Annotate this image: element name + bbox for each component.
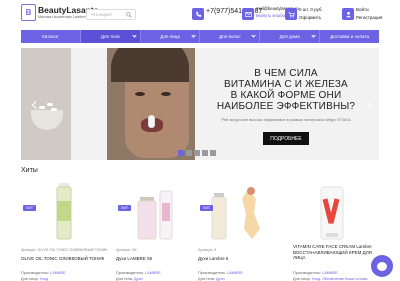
banner-model-image: [107, 48, 195, 160]
logo-icon[interactable]: B: [21, 4, 36, 21]
slider-dot[interactable]: [202, 150, 208, 156]
product-image-perfume-55[interactable]: [116, 183, 202, 243]
product-category: Для тела: Духи: [116, 277, 143, 281]
hit-badge: ХИТ: [200, 205, 213, 211]
chevron-down-icon: [251, 33, 256, 38]
nav-item-label: Для волос: [219, 34, 241, 39]
nav-item-body[interactable]: Для тела: [80, 30, 141, 43]
nav-item-label: Для лица: [160, 34, 180, 39]
cart-icon[interactable]: [285, 8, 297, 20]
product-article: Артикул: OLIVE OIL TONIC ОЛИВКОВЫЙ ТОНИК: [21, 248, 108, 252]
register-link[interactable]: Регистрация: [356, 15, 382, 20]
slider-dots: [178, 150, 216, 156]
product-name[interactable]: Духи Lambre 6: [198, 256, 284, 262]
logo-letter: B: [25, 7, 32, 17]
chevron-down-icon: [311, 33, 316, 38]
nav-item-label: Для дома: [279, 34, 300, 39]
nav-item-delivery[interactable]: Доставка и оплата: [320, 30, 379, 43]
next-arrow-icon[interactable]: [362, 100, 372, 110]
slider-dot[interactable]: [186, 150, 192, 156]
banner-subtitle: Рей эксуросие высока эффекимон в рамках …: [221, 117, 351, 122]
search-placeholder: Что ищем?: [91, 12, 113, 17]
product-image-tonic[interactable]: [21, 183, 107, 243]
product-article: Артикул: 55: [116, 248, 137, 252]
nav-item-face[interactable]: Для лица: [141, 30, 201, 43]
promo-banner[interactable]: В ЧЕМ СИЛА ВИТАМИНА С И ЖЕЛЕЗА В КАКОЙ Ф…: [21, 48, 379, 160]
product-manufacturer: Производитель: LAMBRE: [116, 271, 161, 275]
search-input[interactable]: Что ищем?: [86, 9, 136, 20]
product-manufacturer: Производитель: LAMBRE: [198, 271, 243, 275]
banner-title: В ЧЕМ СИЛА ВИТАМИНА С И ЖЕЛЕЗА В КАКОЙ Ф…: [216, 68, 356, 112]
slider-dot[interactable]: [210, 150, 216, 156]
page: B BeautyLasante Магазин косметики Lambre…: [0, 0, 400, 281]
product-card[interactable]: ХИТ Артикул: 55 Духи LAMBRE 55 Производи…: [116, 183, 202, 281]
nav-item-label: Для тела: [100, 34, 120, 39]
hit-badge: ХИТ: [118, 205, 131, 211]
hits-heading: Хиты: [21, 167, 38, 174]
nav-item-hair[interactable]: Для волос: [200, 30, 261, 43]
product-category: Для тела: Духи: [198, 277, 225, 281]
slider-dot[interactable]: [178, 150, 184, 156]
slider-dot[interactable]: [194, 150, 200, 156]
search-icon[interactable]: [126, 12, 132, 18]
chat-button[interactable]: [371, 255, 393, 277]
hit-badge: ХИТ: [23, 205, 36, 211]
more-button[interactable]: ПОДРОБНЕЕ: [263, 132, 309, 145]
chat-bubble-icon: [377, 261, 387, 271]
nav-item-catalog[interactable]: Каталог: [21, 30, 81, 43]
chevron-down-icon: [132, 33, 137, 38]
product-image-face-cream[interactable]: [293, 183, 379, 243]
product-category: Для лица: Уход: [21, 277, 48, 281]
brand-tagline: Магазин косметики Lambre: [38, 15, 86, 19]
product-name[interactable]: VITAMIN CARE FACE CREAM Lambre ВОССТАНАВ…: [293, 244, 379, 261]
product-card[interactable]: ХИТ Артикул: OLIVE OIL TONIC ОЛИВКОВЫЙ Т…: [21, 183, 108, 281]
nav-item-label: Каталог: [42, 34, 59, 39]
product-manufacturer: Производитель: LAMBRE: [293, 271, 338, 275]
banner-text: В ЧЕМ СИЛА ВИТАМИНА С И ЖЕЛЕЗА В КАКОЙ Ф…: [211, 68, 361, 122]
product-name[interactable]: Духи LAMBRE 55: [116, 256, 202, 262]
product-image-perfume-6[interactable]: [198, 183, 284, 243]
product-category: Для лица: Уход, Обновление Кожи головы: [293, 277, 368, 281]
product-card[interactable]: VITAMIN CARE FACE CREAM Lambre ВОССТАНАВ…: [293, 183, 379, 281]
product-card[interactable]: ХИТ Артикул: 6 Духи Lambre 6 Производите…: [198, 183, 284, 281]
cashback-link[interactable]: вернуть кешбэк: [256, 13, 286, 18]
main-nav: Каталог Для тела Для лица Для волос Для …: [21, 30, 379, 43]
user-icon[interactable]: [342, 8, 354, 20]
nav-item-label: Доставка и оплата: [330, 34, 369, 39]
product-name[interactable]: OLIVE OIL TONIC ОЛИВКОВЫЙ ТОНИК: [21, 256, 107, 262]
phone-icon[interactable]: [192, 8, 204, 20]
login-link[interactable]: Войти: [356, 7, 369, 12]
checkout-link[interactable]: Оформить: [299, 15, 321, 20]
cart-summary[interactable]: 0 шт. 0 руб.: [299, 7, 323, 12]
header: B BeautyLasante Магазин косметики Lambre…: [0, 0, 400, 28]
product-manufacturer: Производитель: LAMBRE: [21, 271, 66, 275]
nav-item-home[interactable]: Для дома: [260, 30, 321, 43]
mail-icon[interactable]: [242, 8, 254, 20]
banner-bowl-image: [21, 48, 71, 160]
product-article: Артикул: 6: [198, 248, 217, 252]
chevron-down-icon: [191, 33, 197, 38]
